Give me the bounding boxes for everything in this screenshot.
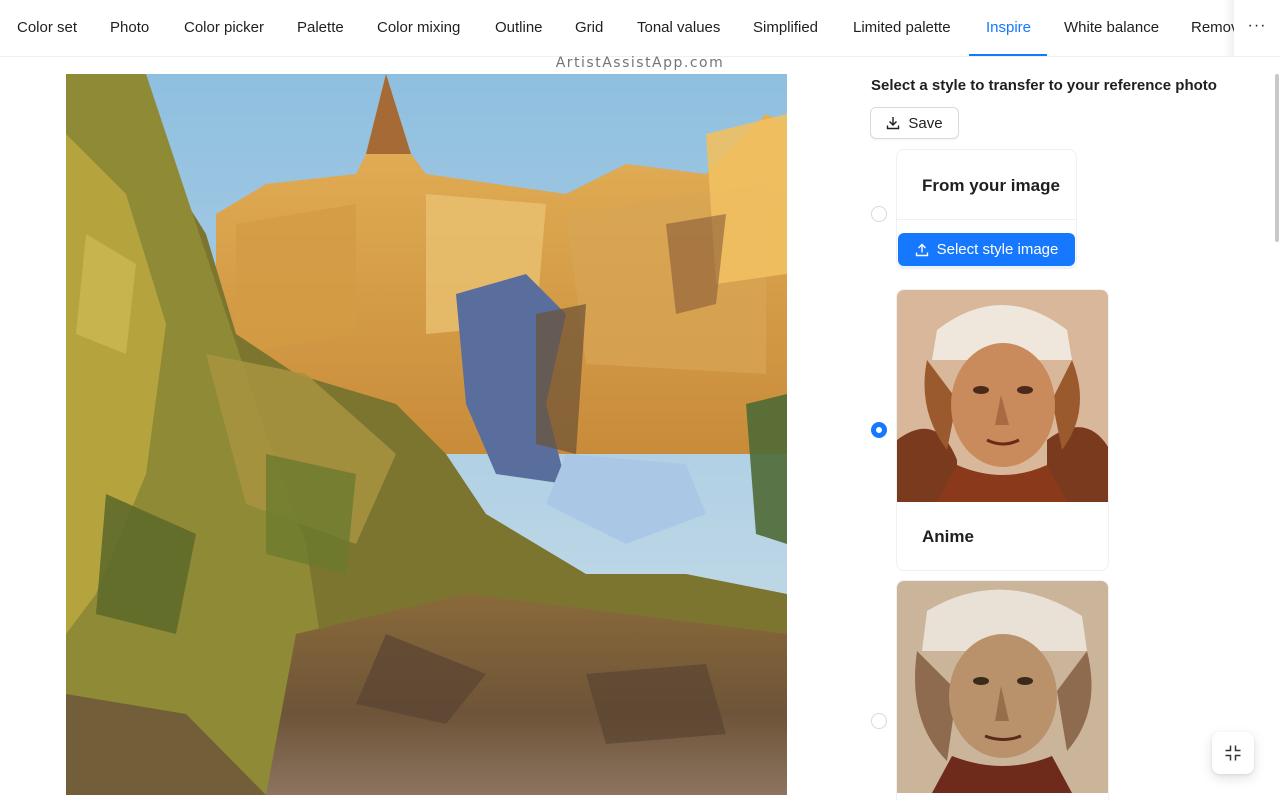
watermark: ArtistAssistApp.com [555, 55, 725, 71]
tab-tonal-values[interactable]: Tonal values [637, 0, 720, 56]
style-radio-anime[interactable] [871, 422, 887, 438]
style-card-option-3[interactable] [896, 580, 1109, 800]
style-card-title: From your image [922, 176, 1060, 195]
collapse-fullscreen-icon [1225, 745, 1241, 761]
tab-limited-palette[interactable]: Limited palette [853, 0, 951, 56]
tab-overflow-shadow [1224, 0, 1234, 56]
tab-color-picker[interactable]: Color picker [184, 0, 264, 56]
download-icon [887, 117, 900, 130]
select-style-image-label: Select style image [936, 241, 1059, 258]
anime-style-preview-image [897, 290, 1108, 502]
card-divider [897, 219, 1076, 220]
style-preview-image [897, 581, 1108, 793]
tab-photo[interactable]: Photo [110, 0, 149, 56]
tab-color-mixing[interactable]: Color mixing [377, 0, 460, 56]
tab-grid[interactable]: Grid [575, 0, 603, 56]
tab-bar: Color set Photo Color picker Palette Col… [0, 0, 1280, 57]
tab-color-set[interactable]: Color set [17, 0, 77, 56]
stylized-reference-image [66, 74, 787, 795]
tab-inspire[interactable]: Inspire [986, 0, 1031, 56]
tab-white-balance[interactable]: White balance [1064, 0, 1159, 56]
ellipsis-icon[interactable]: ··· [1234, 0, 1280, 56]
save-button-label: Save [908, 114, 943, 132]
tab-outline[interactable]: Outline [495, 0, 543, 56]
style-card-anime[interactable]: Anime [896, 289, 1109, 571]
style-radio-option-3[interactable] [871, 713, 887, 729]
upload-icon [915, 243, 928, 256]
panel-scrollbar[interactable] [1275, 74, 1279, 242]
tab-palette[interactable]: Palette [297, 0, 344, 56]
style-radio-from-your-image[interactable] [871, 206, 887, 222]
style-card-title: Anime [922, 527, 974, 546]
select-style-image-button[interactable]: Select style image [898, 233, 1075, 266]
panel-title: Select a style to transfer to your refer… [871, 77, 1217, 94]
save-button[interactable]: Save [870, 107, 959, 139]
tab-simplified[interactable]: Simplified [753, 0, 818, 56]
collapse-fullscreen-button[interactable] [1212, 732, 1254, 774]
